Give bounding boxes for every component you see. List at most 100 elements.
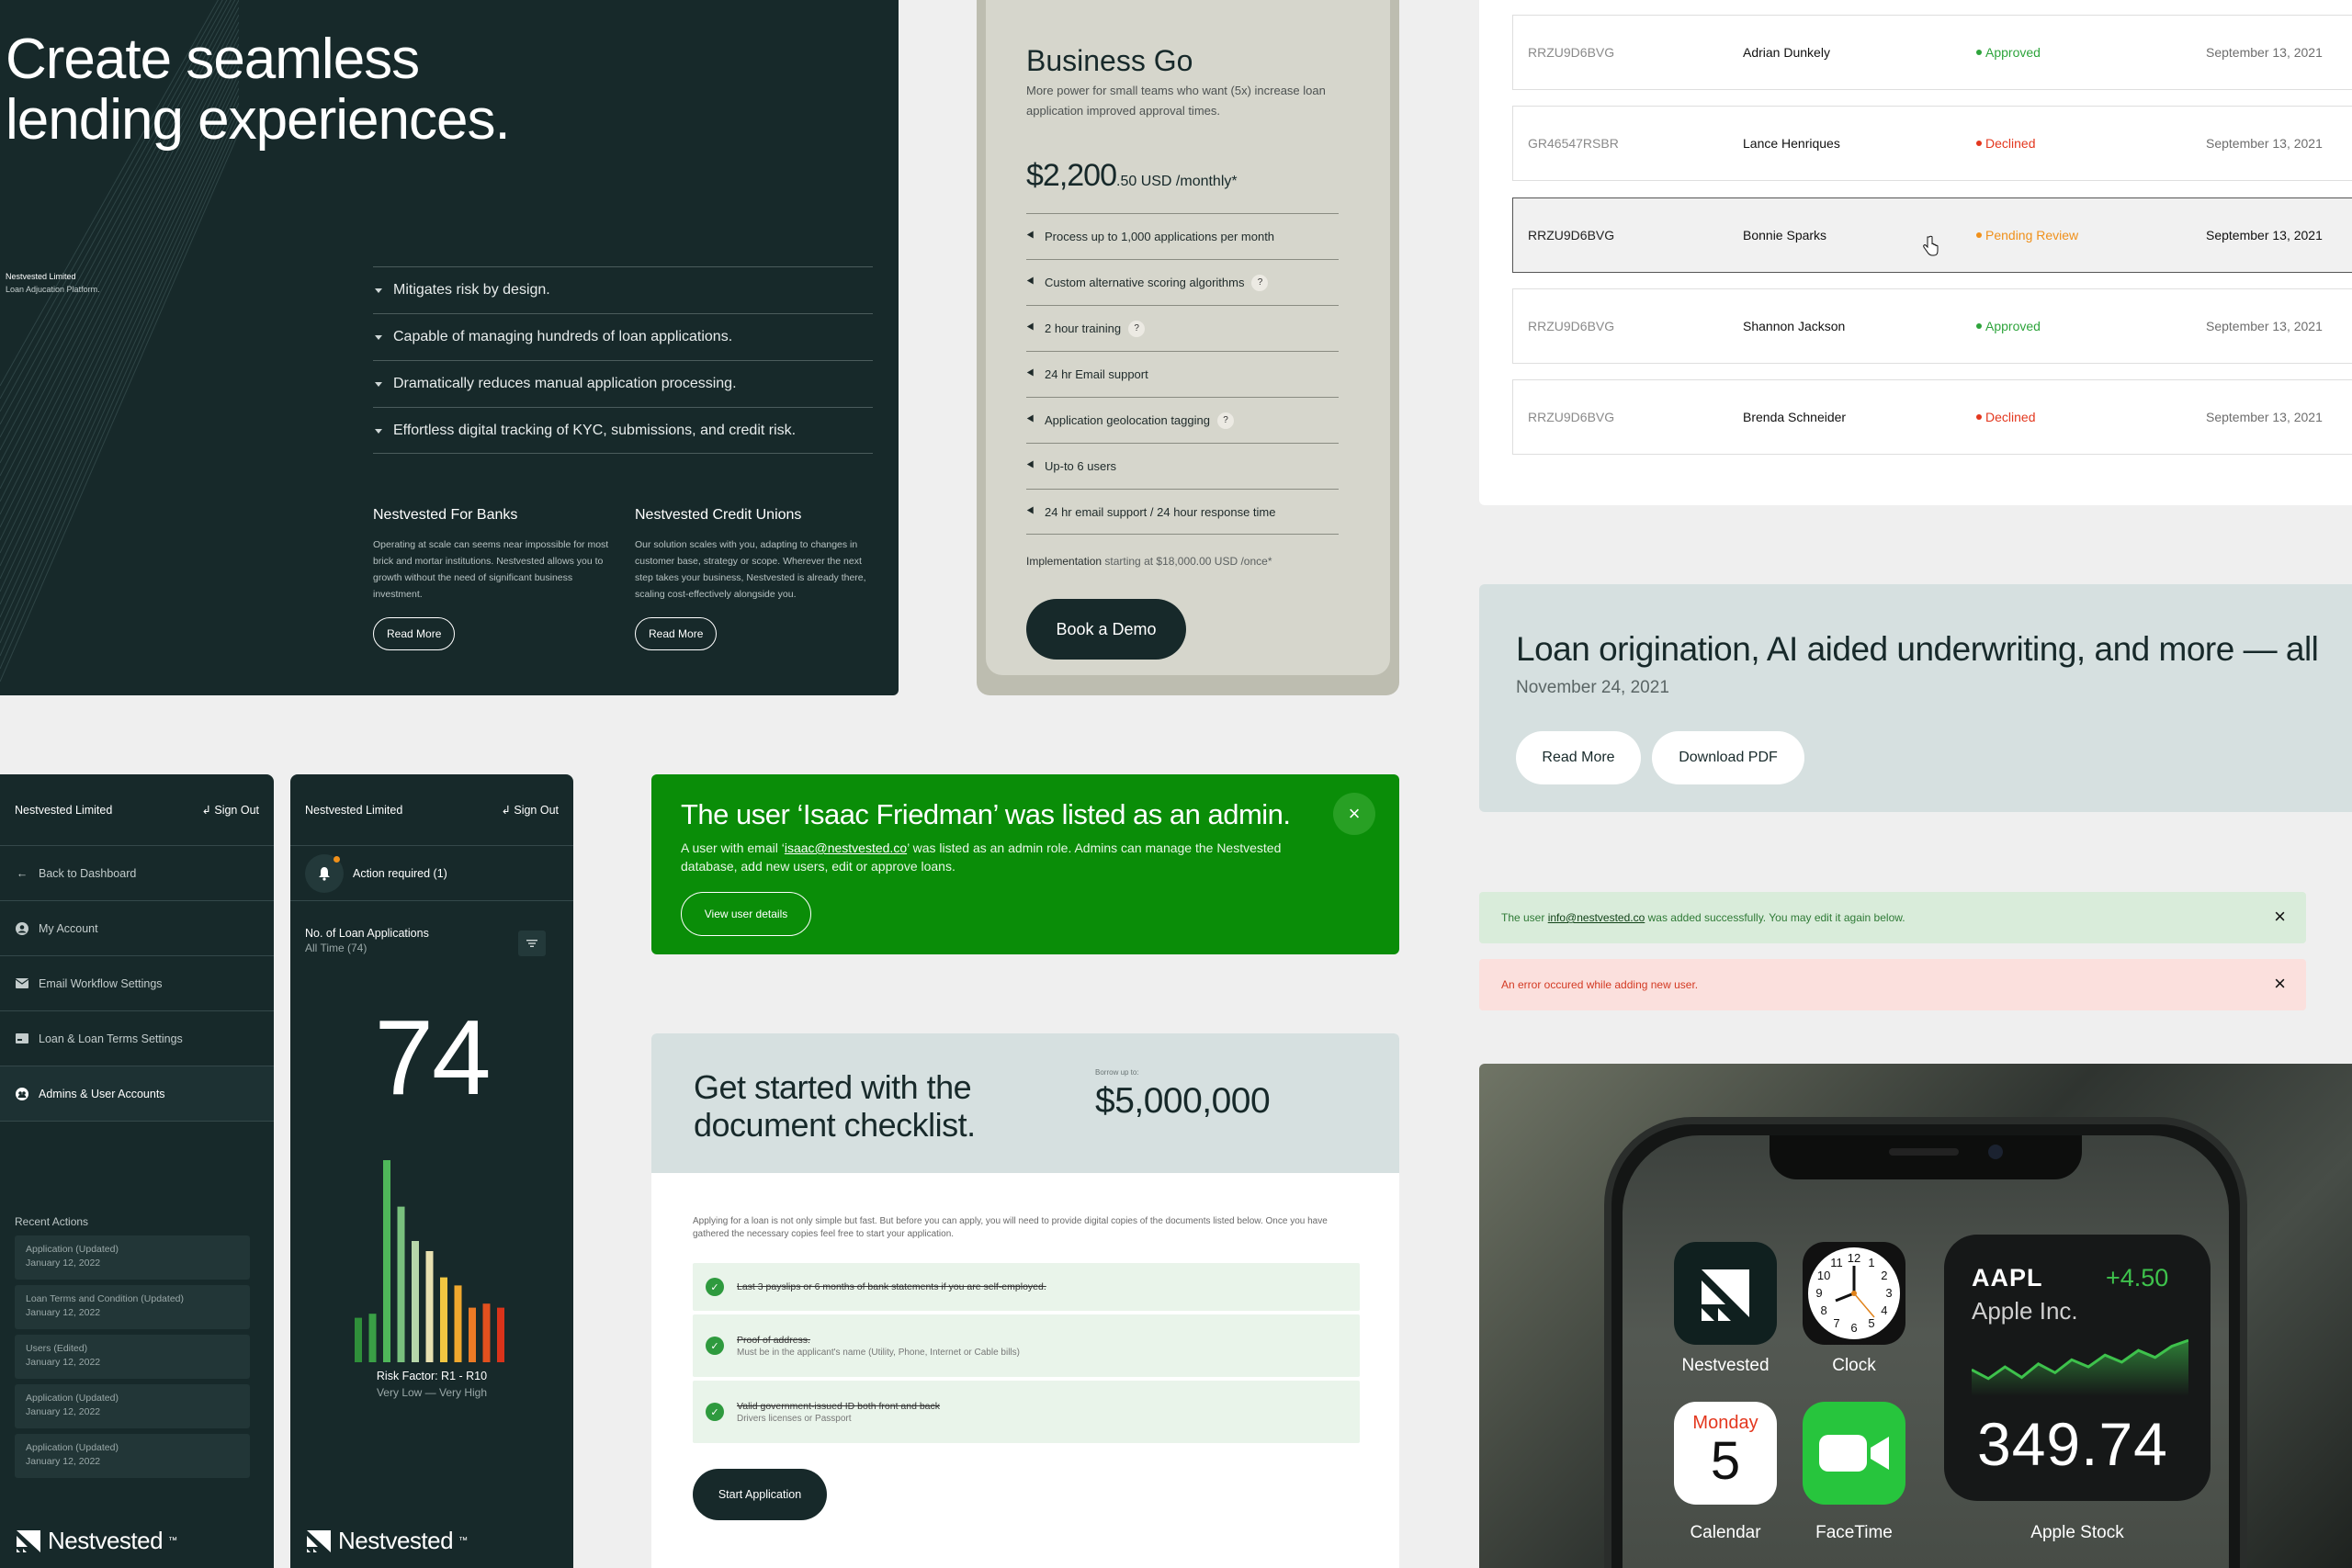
trademark: ™ [458, 1536, 468, 1546]
stats-sidebar: Nestvested Limited ↲ Sign Out Action req… [290, 774, 573, 1568]
success-alert-email-link[interactable]: info@nestvested.co [1548, 911, 1645, 924]
close-icon[interactable]: × [1333, 793, 1375, 835]
recent-action-date: January 12, 2022 [26, 1258, 101, 1269]
plan-feature-item: 2 hour training? [1026, 305, 1339, 351]
sidebar-item-admins-users[interactable]: Admins & User Accounts [0, 1066, 274, 1122]
close-icon[interactable]: × [2274, 974, 2286, 994]
table-row[interactable]: RRZU9D6BVG Adrian Dunkely Approved Septe… [1512, 15, 2352, 90]
facetime-app-icon[interactable] [1803, 1402, 1905, 1505]
checklist-item-title: Last 3 payslips or 6 months of bank stat… [737, 1281, 1046, 1292]
status-dot-icon [1976, 50, 1982, 55]
sidebar-header: Nestvested Limited ↲ Sign Out [290, 774, 573, 846]
recent-action-item[interactable]: Application (Updated) January 12, 2022 [15, 1384, 250, 1428]
sidebar-item-my-account[interactable]: My Account [0, 901, 274, 956]
sidebar-item-loan-terms[interactable]: Loan & Loan Terms Settings [0, 1011, 274, 1066]
status-badge: Declined [1976, 410, 2206, 424]
recent-action-item[interactable]: Users (Edited) January 12, 2022 [15, 1335, 250, 1379]
help-icon[interactable]: ? [1128, 320, 1146, 337]
pricing-card-inner: Business Go More power for small teams w… [986, 0, 1390, 675]
recent-action-date: January 12, 2022 [26, 1357, 101, 1368]
recent-action-item[interactable]: Application (Updated) January 12, 2022 [15, 1235, 250, 1280]
banner-email-link[interactable]: isaac@nestvested.co [785, 840, 907, 855]
download-pdf-button[interactable]: Download PDF [1652, 731, 1804, 784]
start-application-button[interactable]: Start Application [693, 1469, 827, 1520]
implementation-label: Implementation [1026, 555, 1102, 568]
checklist-item[interactable]: ✓ Valid government-issued ID both front … [693, 1381, 1360, 1443]
help-icon[interactable]: ? [1251, 274, 1269, 291]
plan-feature-list: Process up to 1,000 applications per mon… [1026, 213, 1339, 535]
stock-widget[interactable]: AAPL +4.50 Apple Inc. 349.74 [1944, 1235, 2211, 1501]
status-badge: Approved [1976, 319, 2206, 333]
brand-logo: Nestvested ™ [305, 1527, 468, 1555]
risk-bar [397, 1206, 405, 1362]
applicant-name: Brenda Schneider [1743, 410, 1847, 424]
close-icon[interactable]: × [2274, 907, 2286, 927]
nestvested-logo-icon [1702, 1269, 1749, 1321]
feature-item: Capable of managing hundreds of loan app… [373, 313, 873, 360]
clock-number: 9 [1815, 1286, 1822, 1300]
recent-action-item[interactable]: Loan Terms and Condition (Updated) Januar… [15, 1285, 250, 1329]
applicant-name: Shannon Jackson [1743, 319, 1846, 333]
plan-feature-item: Application geolocation tagging? [1026, 397, 1339, 443]
banks-read-more-button[interactable]: Read More [373, 617, 456, 650]
clock-app-icon[interactable]: 12 1 2 3 4 5 6 7 8 9 10 11 [1803, 1242, 1905, 1345]
nestvested-logo-icon [17, 1529, 40, 1552]
checklist-item-title: Proof of address. [737, 1334, 810, 1346]
view-user-details-button[interactable]: View user details [681, 892, 811, 936]
clock-number: 4 [1881, 1303, 1887, 1317]
checklist-item-subtitle: Must be in the applicant's name (Utility… [737, 1347, 1020, 1358]
hand-cursor-icon [1923, 235, 1939, 256]
brand-name: Nestvested [338, 1527, 454, 1554]
sidebar-item-back-to-dashboard[interactable]: ← Back to Dashboard [0, 846, 274, 901]
nestvested-app-icon[interactable] [1674, 1242, 1777, 1345]
stock-company: Apple Inc. [1972, 1297, 2078, 1325]
checklist-intro: Applying for a loan is not only simple b… [693, 1216, 1328, 1239]
status-label: Approved [1985, 319, 2041, 333]
help-icon[interactable]: ? [1216, 412, 1234, 429]
stats-subtitle: All Time (74) [305, 942, 368, 954]
stock-ticker: AAPL [1972, 1264, 2043, 1292]
table-row[interactable]: GR46547RSBR Lance Henriques Declined Sep… [1512, 106, 2352, 181]
checklist-item[interactable]: ✓ Last 3 payslips or 6 months of bank st… [693, 1263, 1360, 1311]
video-camera-icon [1819, 1435, 1889, 1472]
recent-action-item[interactable]: Application (Updated) January 12, 2022 [15, 1434, 250, 1478]
borrow-amount: $5,000,000 [1095, 1081, 1271, 1121]
sidebar-company: Nestvested Limited [305, 803, 403, 817]
news-read-more-button[interactable]: Read More [1516, 731, 1641, 784]
action-required-item[interactable]: Action required (1) [290, 846, 573, 901]
filter-icon[interactable] [518, 931, 546, 956]
sidebar-item-email-workflow[interactable]: Email Workflow Settings [0, 956, 274, 1011]
sidebar-item-label: My Account [39, 921, 98, 935]
plan-feature-item: Custom alternative scoring algorithms? [1026, 259, 1339, 305]
app-label: Apple Stock [2030, 1523, 2124, 1542]
risk-bar [383, 1160, 390, 1362]
application-id: RRZU9D6BVG [1528, 410, 1615, 424]
plan-feature-item: Up-to 6 users [1026, 443, 1339, 489]
sidebar-company: Nestvested Limited [15, 803, 113, 817]
stock-sparkline-chart [1972, 1338, 2188, 1396]
status-label: Declined [1985, 410, 2036, 424]
checklist-item[interactable]: ✓ Proof of address. Must be in the appli… [693, 1314, 1360, 1377]
speaker-grill [1889, 1148, 1959, 1156]
success-alert-text-end: was added successfully. You may edit it … [1647, 911, 1905, 924]
book-demo-button[interactable]: Book a Demo [1026, 599, 1186, 660]
bell-icon [305, 853, 344, 893]
application-id: RRZU9D6BVG [1528, 228, 1615, 243]
table-row[interactable]: RRZU9D6BVG Shannon Jackson Approved Sept… [1512, 288, 2352, 364]
risk-bar [497, 1307, 504, 1362]
hero-title: Create seamless lending experiences. [6, 29, 649, 151]
plan-feature-label: Process up to 1,000 applications per mon… [1045, 230, 1275, 243]
unions-read-more-button[interactable]: Read More [635, 617, 718, 650]
risk-label: Risk Factor: R1 - R10 [376, 1370, 488, 1382]
clock-number: 2 [1881, 1269, 1887, 1282]
unions-title: Nestvested Credit Unions [635, 507, 802, 523]
recent-action-title: Application (Updated) [26, 1244, 119, 1255]
recent-action-title: Loan Terms and Condition (Updated) [26, 1293, 184, 1304]
table-row[interactable]: RRZU9D6BVG Brenda Schneider Declined Sep… [1512, 379, 2352, 455]
plan-feature-label: 24 hr email support / 24 hour response t… [1045, 504, 1276, 519]
calendar-app-icon[interactable]: Monday 5 [1674, 1402, 1777, 1505]
applications-count: 74 [374, 998, 491, 1117]
sidebar-item-label: Loan & Loan Terms Settings [39, 1032, 183, 1045]
sign-out-button[interactable]: ↲ Sign Out [501, 803, 559, 817]
sign-out-button[interactable]: ↲ Sign Out [201, 803, 259, 817]
